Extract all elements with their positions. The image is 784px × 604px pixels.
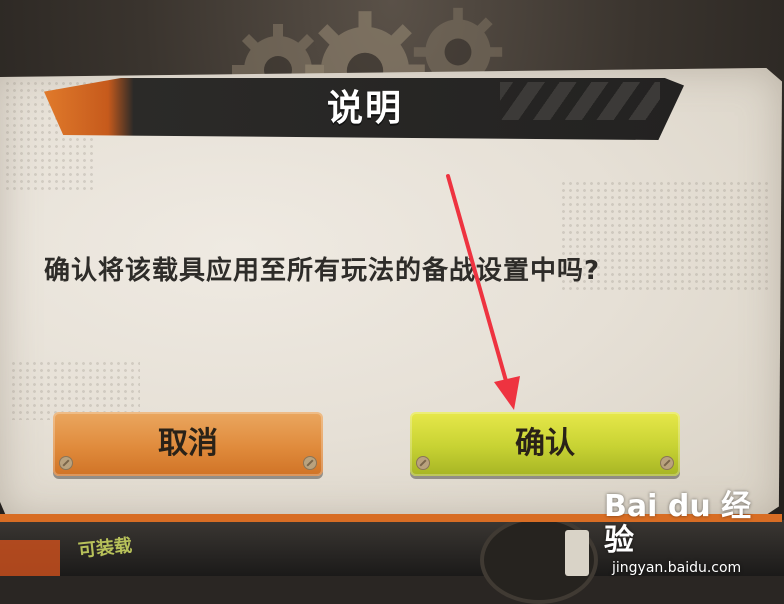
watermark-logo: Bai du 经验: [604, 489, 752, 558]
watermark: Bai du 经验 jingyan.baidu.com: [604, 489, 780, 577]
watermark-url: jingyan.baidu.com: [612, 560, 742, 576]
